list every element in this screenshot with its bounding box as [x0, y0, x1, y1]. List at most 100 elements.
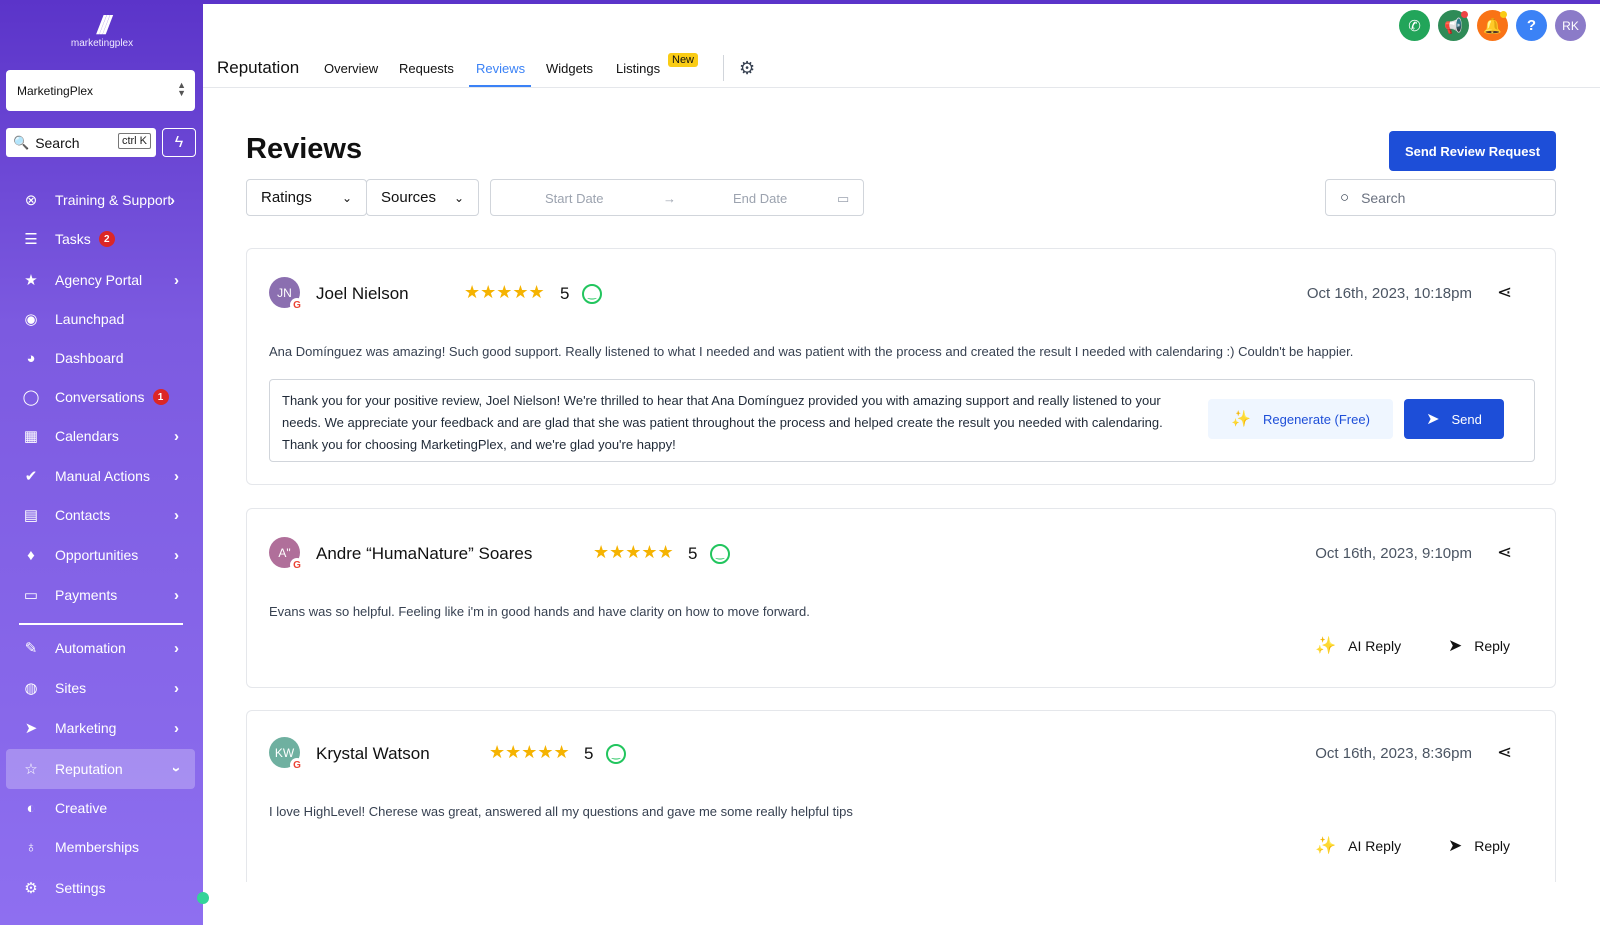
reviewer-name: Krystal Watson	[316, 744, 430, 763]
reviews-search-input[interactable]: ○ Search	[1325, 179, 1556, 216]
tab-reviews[interactable]: Reviews	[476, 61, 525, 76]
rating-value: 5	[688, 544, 698, 563]
status-dot	[197, 892, 209, 904]
reply-draft-text[interactable]: Thank you for your positive review, Joel…	[282, 390, 1202, 456]
sidebar-item-dashboard[interactable]: ◕ Dashboard	[6, 339, 195, 377]
sidebar-item-label: Opportunities	[55, 547, 139, 563]
search-icon: 🔍	[13, 134, 30, 150]
tab-listings[interactable]: Listings	[616, 61, 660, 76]
start-date-field[interactable]: Start Date	[545, 191, 604, 206]
megaphone-icon[interactable]: 📢	[1438, 10, 1469, 41]
tab-widgets[interactable]: Widgets	[546, 61, 593, 76]
chevron-right-icon: ›	[174, 427, 179, 445]
review-card: KW G Krystal Watson ★★★★★ 5 ‿ Oct 16th, …	[246, 710, 1556, 882]
reply-textarea[interactable]: Thank you for your positive review, Joel…	[269, 379, 1535, 462]
sidebar-item-memberships[interactable]: ♁ Memberships	[6, 828, 195, 866]
chevron-right-icon: ›	[174, 467, 179, 485]
regenerate-button[interactable]: ✨ Regenerate (Free)	[1208, 399, 1393, 439]
sources-filter[interactable]: Sources ⌄	[366, 179, 479, 216]
avatar: A" G	[269, 537, 304, 572]
notification-dot	[1461, 11, 1468, 18]
chevron-right-icon: ›	[174, 506, 179, 524]
settings-gear-icon[interactable]: ⚙	[739, 58, 755, 79]
reply-button[interactable]: ➤ Reply	[1448, 636, 1510, 656]
gear-icon: ⚙	[24, 880, 38, 897]
page-section-title: Reputation	[217, 58, 300, 77]
sidebar-item-training[interactable]: ⊗ Training & Support ›	[6, 181, 195, 219]
chevron-right-icon: ›	[174, 271, 179, 289]
sidebar-item-contacts[interactable]: ▤ Contacts ›	[6, 496, 195, 534]
send-icon: ➤	[1426, 411, 1440, 428]
sidebar-item-creative[interactable]: ◐ Creative	[6, 789, 195, 827]
sidebar-item-label: Contacts	[55, 507, 111, 523]
search-placeholder: Search	[1361, 189, 1406, 206]
sidebar-item-label: Creative	[55, 800, 108, 816]
chevron-down-icon: ›	[168, 766, 185, 772]
sources-filter-label: Sources	[381, 189, 437, 206]
user-avatar[interactable]: RK	[1555, 10, 1586, 41]
account-name: MarketingPlex	[17, 83, 94, 98]
send-review-request-button[interactable]: Send Review Request	[1389, 131, 1556, 171]
rating-value: 5	[584, 744, 594, 763]
tab-requests[interactable]: Requests	[399, 61, 454, 76]
share-icon[interactable]: ⋖	[1497, 742, 1512, 763]
sidebar-item-opportunities[interactable]: ♦ Opportunities ›	[6, 536, 195, 574]
star-rating: ★★★★★	[593, 542, 674, 562]
chevron-down-icon: ⌄	[453, 190, 464, 205]
sidebar-divider	[19, 623, 183, 625]
sidebar-item-settings[interactable]: ⚙ Settings	[6, 869, 195, 907]
reply-label: Reply	[1474, 838, 1511, 854]
quick-actions-button[interactable]: ϟ	[162, 128, 196, 157]
end-date-field[interactable]: End Date	[733, 191, 787, 206]
google-icon: G	[290, 758, 304, 772]
star-icon: ★	[24, 272, 38, 289]
account-switcher[interactable]: MarketingPlex ▲ ▼	[6, 70, 195, 111]
sidebar-item-label: Marketing	[55, 720, 117, 736]
phone-icon[interactable]: ✆	[1399, 10, 1430, 41]
sidebar-item-manual-actions[interactable]: ✔ Manual Actions ›	[6, 457, 195, 495]
sidebar-item-calendars[interactable]: ▦ Calendars ›	[6, 417, 195, 455]
review-text: Evans was so helpful. Feeling like i'm i…	[269, 604, 810, 619]
sidebar-item-marketing[interactable]: ➤ Marketing ›	[6, 709, 195, 747]
sidebar-item-label: Sites	[55, 680, 87, 696]
avatar-initials: A"	[278, 545, 291, 560]
send-icon: ➤	[1448, 636, 1463, 655]
brand-logo[interactable]: /// marketingplex	[50, 12, 154, 56]
sidebar-item-conversations[interactable]: ◯ Conversations 1	[6, 378, 195, 416]
magic-wand-icon: ✨	[1315, 636, 1337, 655]
tasks-icon: ☰	[24, 231, 38, 248]
sidebar-item-reputation[interactable]: ☆ Reputation ›	[6, 749, 195, 789]
reply-button[interactable]: ➤ Reply	[1448, 836, 1510, 856]
sidebar-item-launchpad[interactable]: ◉ Launchpad	[6, 300, 195, 338]
date-range-picker[interactable]: Start Date → End Date ▭	[490, 179, 864, 216]
help-icon[interactable]: ?	[1516, 10, 1547, 41]
bell-icon[interactable]: 🔔	[1477, 10, 1508, 41]
avatar: JN G	[269, 277, 304, 312]
chevron-right-icon: ›	[174, 546, 179, 564]
review-card: A" G Andre “HumaNature” Soares ★★★★★ 5 ‿…	[246, 508, 1556, 688]
tab-overview[interactable]: Overview	[324, 61, 378, 76]
share-icon[interactable]: ⋖	[1497, 542, 1512, 563]
ai-reply-button[interactable]: ✨ AI Reply	[1315, 636, 1401, 656]
sidebar-item-sites[interactable]: ◍ Sites ›	[6, 669, 195, 707]
dashboard-icon: ◕	[26, 349, 36, 367]
count-badge: 1	[152, 389, 169, 405]
sidebar-item-agency-portal[interactable]: ★ Agency Portal ›	[6, 261, 195, 299]
sidebar-item-tasks[interactable]: ☰ Tasks 2	[6, 220, 195, 258]
avatar: KW G	[269, 737, 304, 772]
badge-icon: ♁	[25, 838, 37, 856]
review-card: JN G Joel Nielson ★★★★★ 5 ‿ Oct 16th, 20…	[246, 248, 1556, 485]
ai-reply-button[interactable]: ✨ AI Reply	[1315, 836, 1401, 856]
share-icon[interactable]: ⋖	[1497, 282, 1512, 303]
reviewer-name: Andre “HumaNature” Soares	[316, 544, 533, 563]
contacts-icon: ▤	[23, 507, 39, 524]
sidebar-item-label: Payments	[55, 587, 118, 603]
send-reply-button[interactable]: ➤ Send	[1404, 399, 1504, 439]
sidebar-search[interactable]: 🔍 Search ctrl K	[6, 128, 156, 157]
positive-sentiment-icon: ‿	[606, 744, 626, 764]
sidebar-item-automation[interactable]: ✎ Automation ›	[6, 629, 195, 667]
automation-icon: ✎	[24, 640, 38, 657]
sidebar-item-payments[interactable]: ▭ Payments ›	[6, 576, 195, 614]
send-icon: ➤	[1448, 836, 1463, 855]
ratings-filter[interactable]: Ratings ⌄	[246, 179, 367, 216]
